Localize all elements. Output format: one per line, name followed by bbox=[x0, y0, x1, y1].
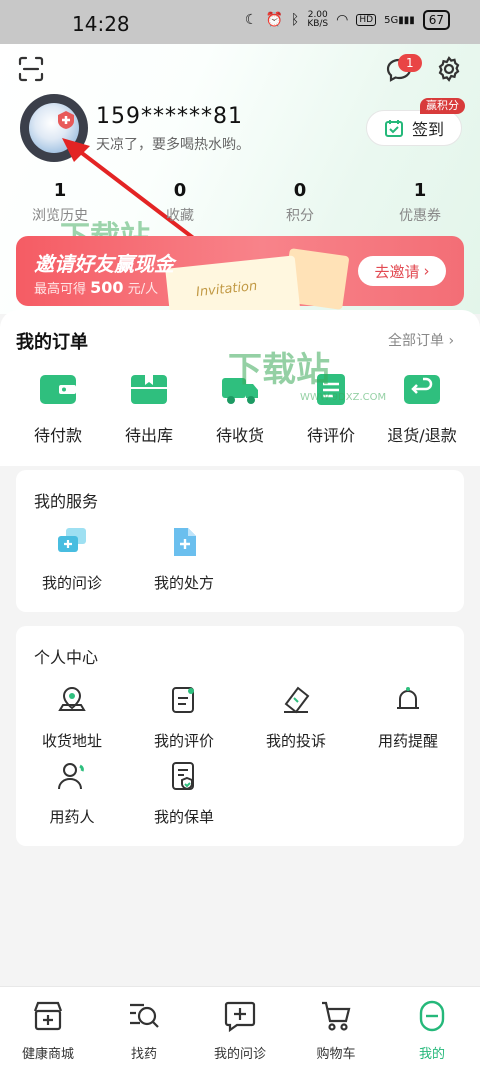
message-badge: 1 bbox=[398, 54, 422, 72]
order-returns[interactable]: 退货/退款 bbox=[374, 368, 470, 446]
stat-points[interactable]: 0 积分 bbox=[240, 180, 360, 225]
bluetooth-icon: ᛒ bbox=[290, 12, 300, 28]
order-label: 待收货 bbox=[215, 426, 264, 445]
nav-find-medicine[interactable]: 找药 bbox=[96, 987, 192, 1072]
personal-label: 我的投诉 bbox=[265, 732, 326, 750]
address-item[interactable]: 收货地址 bbox=[16, 684, 128, 751]
cart-icon bbox=[322, 1001, 351, 1031]
nav-label: 购物车 bbox=[316, 1047, 356, 1062]
stat-label: 积分 bbox=[286, 208, 314, 224]
status-icons: ☾ ⏰ ᛒ 2.00 KB/S ◠ HD 5G▮▮▮ 67 bbox=[245, 10, 450, 30]
calendar-check-icon bbox=[384, 120, 403, 137]
stat-value: 0 bbox=[173, 180, 187, 201]
signal-label: 5G bbox=[384, 14, 399, 26]
orders-title: 我的订单 bbox=[16, 332, 88, 353]
banner-sub-suffix: 元/人 bbox=[127, 282, 159, 297]
chevron-right-icon: › bbox=[448, 333, 455, 349]
store-icon bbox=[33, 1001, 63, 1031]
wifi-icon: ◠ bbox=[336, 12, 349, 28]
personal-center-title: 个人中心 bbox=[34, 648, 99, 667]
services-title: 我的服务 bbox=[34, 492, 99, 511]
box-icon bbox=[131, 375, 167, 404]
order-label: 待付款 bbox=[33, 426, 82, 445]
speed-unit: KB/S bbox=[307, 19, 329, 29]
search-icon bbox=[130, 1003, 159, 1028]
chat-plus-icon bbox=[58, 528, 86, 552]
nav-label: 找药 bbox=[130, 1047, 157, 1062]
nav-cart[interactable]: 购物车 bbox=[288, 987, 384, 1072]
stat-label: 优惠券 bbox=[399, 208, 441, 224]
edit-note-icon bbox=[172, 687, 194, 713]
hd-badge: HD bbox=[356, 14, 377, 26]
service-consultations[interactable]: 我的问诊 bbox=[16, 526, 128, 593]
stat-value: 1 bbox=[413, 180, 427, 201]
wallet-icon bbox=[40, 375, 76, 404]
banner-amount: 500 bbox=[90, 278, 124, 297]
order-label: 退货/退款 bbox=[387, 426, 457, 445]
personal-label: 用药提醒 bbox=[377, 732, 438, 750]
alarm-icon: ⏰ bbox=[265, 12, 283, 28]
all-orders-link[interactable]: 全部订单 › bbox=[388, 330, 454, 350]
nav-mine[interactable]: 我的 bbox=[384, 987, 480, 1072]
order-pending-shipment[interactable]: 待出库 bbox=[101, 368, 197, 446]
watermark: 下载站 bbox=[228, 350, 330, 390]
moon-icon: ☾ bbox=[244, 12, 258, 28]
service-prescriptions[interactable]: 我的处方 bbox=[128, 526, 240, 593]
battery-indicator: 67 bbox=[422, 10, 450, 30]
chat-plus-icon bbox=[224, 1001, 256, 1033]
bottom-nav: 健康商城 找药 我的问诊 购物车 我的 bbox=[0, 986, 480, 1072]
medication-user-item[interactable]: 用药人 bbox=[16, 760, 128, 827]
person-icon bbox=[58, 763, 84, 790]
nav-consultations[interactable]: 我的问诊 bbox=[192, 987, 288, 1072]
signal-icon: 5G▮▮▮ bbox=[384, 14, 415, 26]
stat-value: 1 bbox=[53, 180, 67, 201]
order-label: 待出库 bbox=[124, 426, 173, 445]
network-speed: 2.00 KB/S bbox=[307, 11, 328, 29]
nav-health-mall[interactable]: 健康商城 bbox=[0, 987, 96, 1072]
checkin-badge: 赢积分 bbox=[420, 98, 465, 114]
personal-label: 我的评价 bbox=[153, 732, 214, 750]
personal-label: 用药人 bbox=[49, 808, 95, 826]
my-reviews-item[interactable]: 我的评价 bbox=[128, 684, 240, 751]
chevron-right-icon: › bbox=[423, 262, 430, 280]
my-complaints-item[interactable]: 我的投诉 bbox=[240, 684, 352, 751]
invite-button[interactable]: 去邀请 › bbox=[358, 256, 446, 286]
nav-label: 我的问诊 bbox=[213, 1047, 266, 1062]
complaint-icon bbox=[284, 686, 310, 714]
watermark-url: WWW.9DXZ.COM bbox=[300, 392, 387, 403]
stat-coupons[interactable]: 1 优惠券 bbox=[360, 180, 480, 225]
banner-title: 邀请好友赢现金 bbox=[34, 252, 174, 276]
medical-cross-icon bbox=[58, 111, 74, 129]
all-orders-label: 全部订单 bbox=[388, 333, 444, 349]
username: 159******81 bbox=[96, 104, 243, 129]
policy-shield-icon bbox=[172, 762, 194, 791]
service-label: 我的问诊 bbox=[41, 574, 102, 592]
personal-label: 我的保单 bbox=[153, 808, 214, 826]
personal-label: 收货地址 bbox=[41, 732, 102, 750]
greeting-text: 天凉了，要多喝热水哟。 bbox=[96, 137, 250, 153]
medication-reminder-item[interactable]: 用药提醒 bbox=[352, 684, 464, 751]
nav-label: 我的 bbox=[418, 1047, 445, 1062]
profile-icon bbox=[419, 1000, 445, 1032]
banner-sub-prefix: 最高可得 bbox=[34, 282, 87, 297]
return-icon bbox=[404, 375, 440, 404]
checkin-label: 签到 bbox=[411, 120, 444, 139]
order-pending-payment[interactable]: 待付款 bbox=[10, 368, 106, 446]
order-label: 待评价 bbox=[306, 426, 355, 445]
checkin-button[interactable]: 签到 bbox=[366, 110, 462, 146]
status-time: 14:28 bbox=[72, 12, 130, 36]
service-label: 我的处方 bbox=[153, 574, 214, 592]
my-policy-item[interactable]: 我的保单 bbox=[128, 760, 240, 827]
bell-icon bbox=[397, 687, 419, 709]
prescription-icon bbox=[174, 528, 196, 556]
location-pin-icon bbox=[58, 686, 86, 711]
nav-label: 健康商城 bbox=[21, 1047, 74, 1062]
stat-value: 0 bbox=[293, 180, 307, 201]
gear-icon[interactable] bbox=[436, 56, 462, 82]
banner-subtitle: 最高可得 500 元/人 bbox=[34, 278, 158, 297]
scan-icon[interactable] bbox=[18, 56, 44, 82]
invite-button-label: 去邀请 bbox=[374, 262, 420, 281]
